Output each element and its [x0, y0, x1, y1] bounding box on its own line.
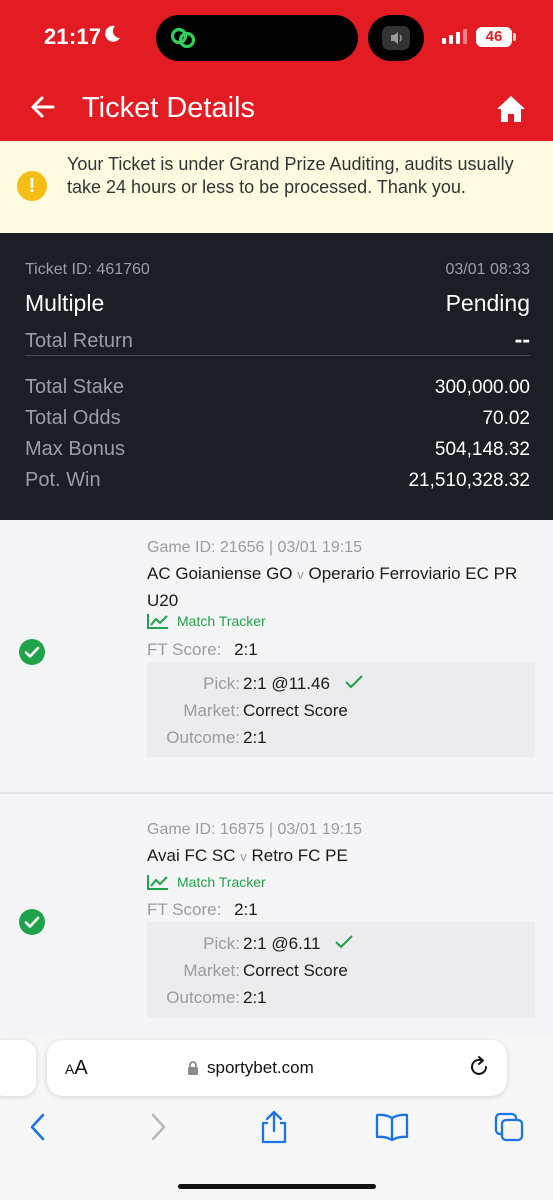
total-odds-value: 70.02: [482, 408, 530, 429]
outcome-label: Outcome:: [166, 988, 240, 1007]
speaker-icon: [391, 32, 402, 44]
outcome-label: Outcome:: [166, 728, 240, 747]
won-check-icon: [19, 909, 45, 935]
lock-icon: [188, 1061, 198, 1075]
versus-label: v: [297, 567, 304, 582]
bookmarks-icon[interactable]: [374, 1110, 410, 1144]
pot-win-value: 21,510,328.32: [408, 470, 530, 491]
pick-details: Pick: 2:1 @6.11 Market: Correct Score Ou…: [147, 922, 535, 1018]
ticket-datetime: 03/01 08:33: [445, 261, 530, 278]
home-team: AC Goianiense GO: [147, 564, 293, 583]
tabs-icon[interactable]: [493, 1110, 525, 1144]
check-icon: [344, 675, 363, 689]
game-id: Game ID: 21656 | 03/01 19:15: [147, 539, 362, 556]
app-header: 21:17 46 Ticket Details: [0, 0, 553, 141]
forward-nav-icon[interactable]: [146, 1110, 170, 1144]
pick-label: Pick:: [203, 934, 240, 953]
previous-tab[interactable]: [0, 1040, 36, 1096]
match-tracker-label: Match Tracker: [177, 613, 266, 629]
total-stake-value: 300,000.00: [434, 377, 530, 398]
moon-icon: [105, 25, 120, 42]
pot-win-label: Pot. Win: [25, 469, 101, 491]
summary-divider: [25, 355, 530, 356]
total-odds-label: Total Odds: [25, 407, 121, 429]
status-time: 21:17: [44, 24, 102, 49]
total-stake-label: Total Stake: [25, 376, 124, 398]
versus-label: v: [240, 849, 247, 864]
home-team: Avai FC SC: [147, 846, 236, 865]
ft-score: FT Score: 2:1: [147, 640, 258, 660]
ticket-status: Pending: [445, 290, 530, 316]
ft-score: FT Score: 2:1: [147, 900, 258, 920]
home-icon[interactable]: [495, 94, 527, 124]
pick-value: 2:1 @11.46: [243, 674, 330, 693]
audit-notice-text: Your Ticket is under Grand Prize Auditin…: [67, 154, 514, 197]
pick-details: Pick: 2:1 @11.46 Market: Correct Score O…: [147, 662, 535, 757]
bet-type: Multiple: [25, 290, 105, 316]
pick-label: Pick:: [203, 674, 240, 693]
ft-score-label: FT Score:: [147, 900, 222, 919]
outcome-value: 2:1: [243, 988, 267, 1007]
battery-icon: 46: [476, 27, 512, 47]
page-title: Ticket Details: [82, 92, 255, 124]
chart-icon: [147, 875, 168, 890]
ft-score-value: 2:1: [234, 900, 258, 919]
match-tracker-link[interactable]: Match Tracker: [147, 874, 266, 890]
match-teams: Avai FC SC v Retro FC PE: [147, 843, 527, 870]
check-icon: [335, 935, 353, 949]
link-app-icon: [170, 27, 196, 49]
reader-text-size-button[interactable]: AA: [65, 1057, 88, 1080]
summary-row: Pot. Win 21,510,328.32: [25, 469, 530, 492]
chart-icon: [147, 614, 168, 629]
market-value: Correct Score: [243, 701, 348, 720]
pick-value: 2:1 @6.11: [243, 934, 321, 953]
volume-indicator: [368, 15, 424, 61]
max-bonus-value: 504,148.32: [434, 439, 530, 460]
match-tracker-label: Match Tracker: [177, 874, 266, 890]
summary-row: Total Odds 70.02: [25, 407, 530, 430]
game-id: Game ID: 16875 | 03/01 19:15: [147, 821, 362, 838]
reload-icon[interactable]: [467, 1055, 491, 1079]
market-value: Correct Score: [243, 961, 348, 980]
share-icon[interactable]: [258, 1110, 290, 1144]
max-bonus-label: Max Bonus: [25, 438, 126, 460]
summary-row: Max Bonus 504,148.32: [25, 438, 530, 461]
match-tracker-link[interactable]: Match Tracker: [147, 613, 266, 629]
market-label: Market:: [183, 701, 240, 720]
market-label: Market:: [183, 961, 240, 980]
outcome-value: 2:1: [243, 728, 267, 747]
ft-score-value: 2:1: [234, 640, 258, 659]
won-check-icon: [19, 639, 45, 665]
home-indicator: [178, 1184, 376, 1189]
url-text: sportybet.com: [207, 1058, 314, 1077]
warning-icon: !: [17, 171, 47, 201]
dynamic-island: [156, 15, 358, 61]
total-return-label: Total Return: [25, 330, 133, 352]
summary-row: Total Stake 300,000.00: [25, 376, 530, 399]
address-bar[interactable]: AA sportybet.com: [47, 1040, 507, 1096]
back-arrow-icon[interactable]: [28, 92, 58, 122]
match-teams: AC Goianiense GO v Operario Ferroviario …: [147, 561, 527, 614]
back-nav-icon[interactable]: [26, 1110, 50, 1144]
signal-icon: [442, 29, 467, 44]
ticket-id: Ticket ID: 461760: [25, 261, 150, 278]
away-team: Retro FC PE: [251, 846, 348, 865]
ft-score-label: FT Score:: [147, 640, 222, 659]
total-return-value: --: [514, 326, 530, 352]
